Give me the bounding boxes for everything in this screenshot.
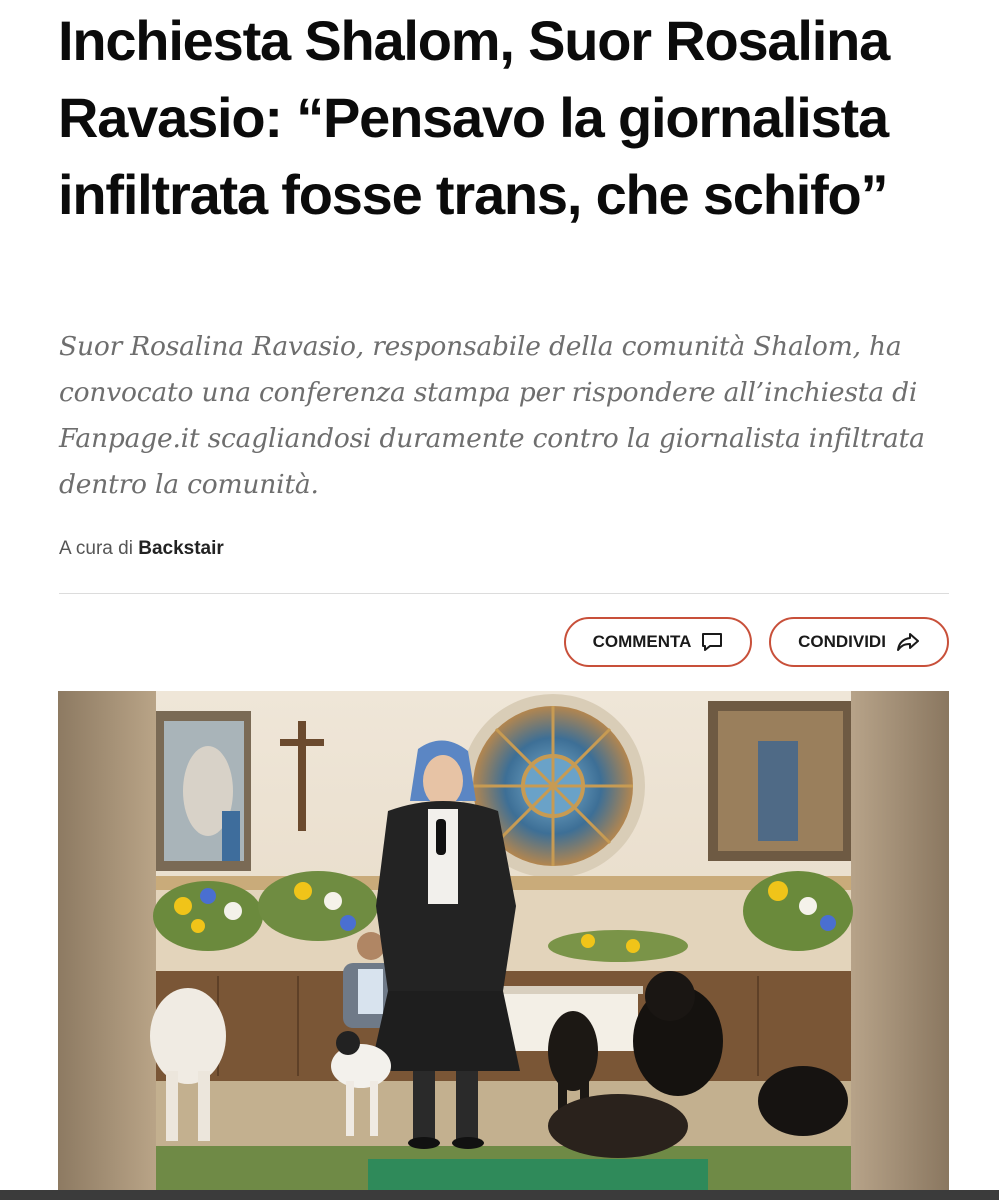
article-photo[interactable] — [58, 691, 949, 1200]
article-headline: Inchiesta Shalom, Suor Rosalina Ravasio:… — [58, 9, 890, 226]
byline-prefix: A cura di — [59, 538, 133, 559]
bottom-bar — [0, 1190, 999, 1200]
share-button-label: CONDIVIDI — [798, 632, 886, 651]
article-summary: Suor Rosalina Ravasio, responsabile dell… — [59, 331, 925, 500]
author-link[interactable]: Backstair — [138, 538, 224, 559]
comment-button-label: COMMENTA — [592, 632, 692, 651]
divider — [59, 593, 949, 594]
speech-bubble-icon — [701, 632, 723, 652]
comment-button[interactable]: COMMENTA — [564, 617, 752, 667]
byline: A cura di Backstair — [59, 538, 224, 560]
share-arrow-icon — [896, 632, 920, 652]
share-button[interactable]: CONDIVIDI — [769, 617, 949, 667]
photo-scene — [58, 691, 949, 1200]
